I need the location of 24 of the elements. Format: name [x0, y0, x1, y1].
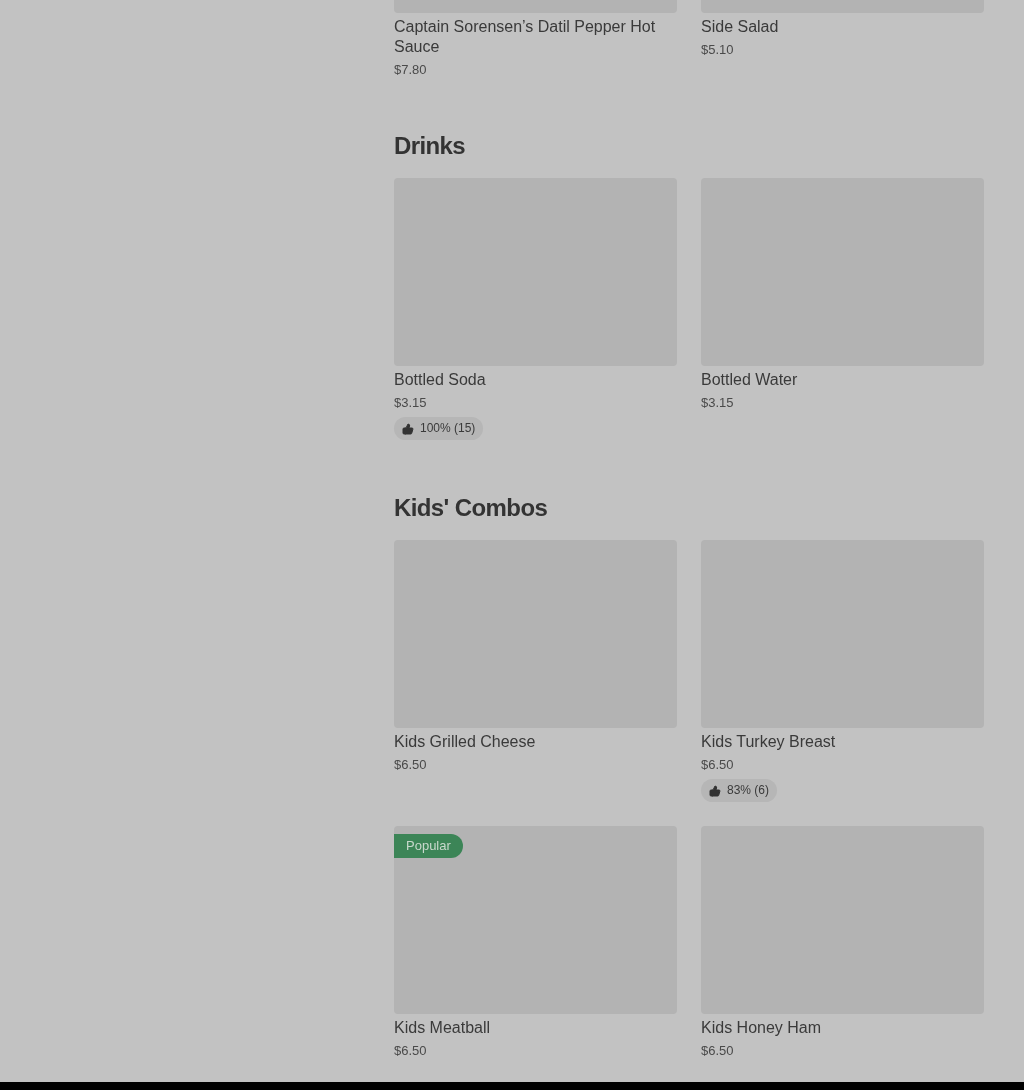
- thumbs-up-icon: [709, 784, 721, 797]
- item-name[interactable]: Kids Turkey Breast: [701, 732, 984, 752]
- image-placeholder[interactable]: [394, 826, 677, 1014]
- item-price: $3.15: [394, 395, 428, 411]
- item-name[interactable]: Kids Grilled Cheese: [394, 732, 677, 752]
- item-price: $6.50: [394, 757, 428, 773]
- section-heading: Drinks: [394, 131, 467, 161]
- item-name[interactable]: Kids Honey Ham: [701, 1018, 984, 1038]
- item-price: $6.50: [701, 1043, 735, 1059]
- rating-text: 83% (6): [727, 782, 770, 799]
- item-name[interactable]: Bottled Soda: [394, 370, 677, 390]
- popular-badge: Popular: [394, 834, 463, 858]
- item-price: $7.80: [394, 62, 428, 78]
- rating-text: 100% (15): [420, 420, 476, 437]
- item-name[interactable]: Kids Meatball: [394, 1018, 677, 1038]
- thumbs-up-icon: [402, 422, 414, 435]
- item-name[interactable]: Captain Sorensen’s Datil Pepper Hot Sauce: [394, 17, 677, 57]
- item-price: $3.15: [701, 395, 735, 411]
- section-heading: Kids' Combos: [394, 493, 549, 523]
- item-price: $6.50: [701, 757, 735, 773]
- item-name[interactable]: Bottled Water: [701, 370, 984, 390]
- item-price: $5.10: [701, 42, 735, 58]
- item-price: $6.50: [394, 1043, 428, 1059]
- item-name[interactable]: Side Salad: [701, 17, 984, 37]
